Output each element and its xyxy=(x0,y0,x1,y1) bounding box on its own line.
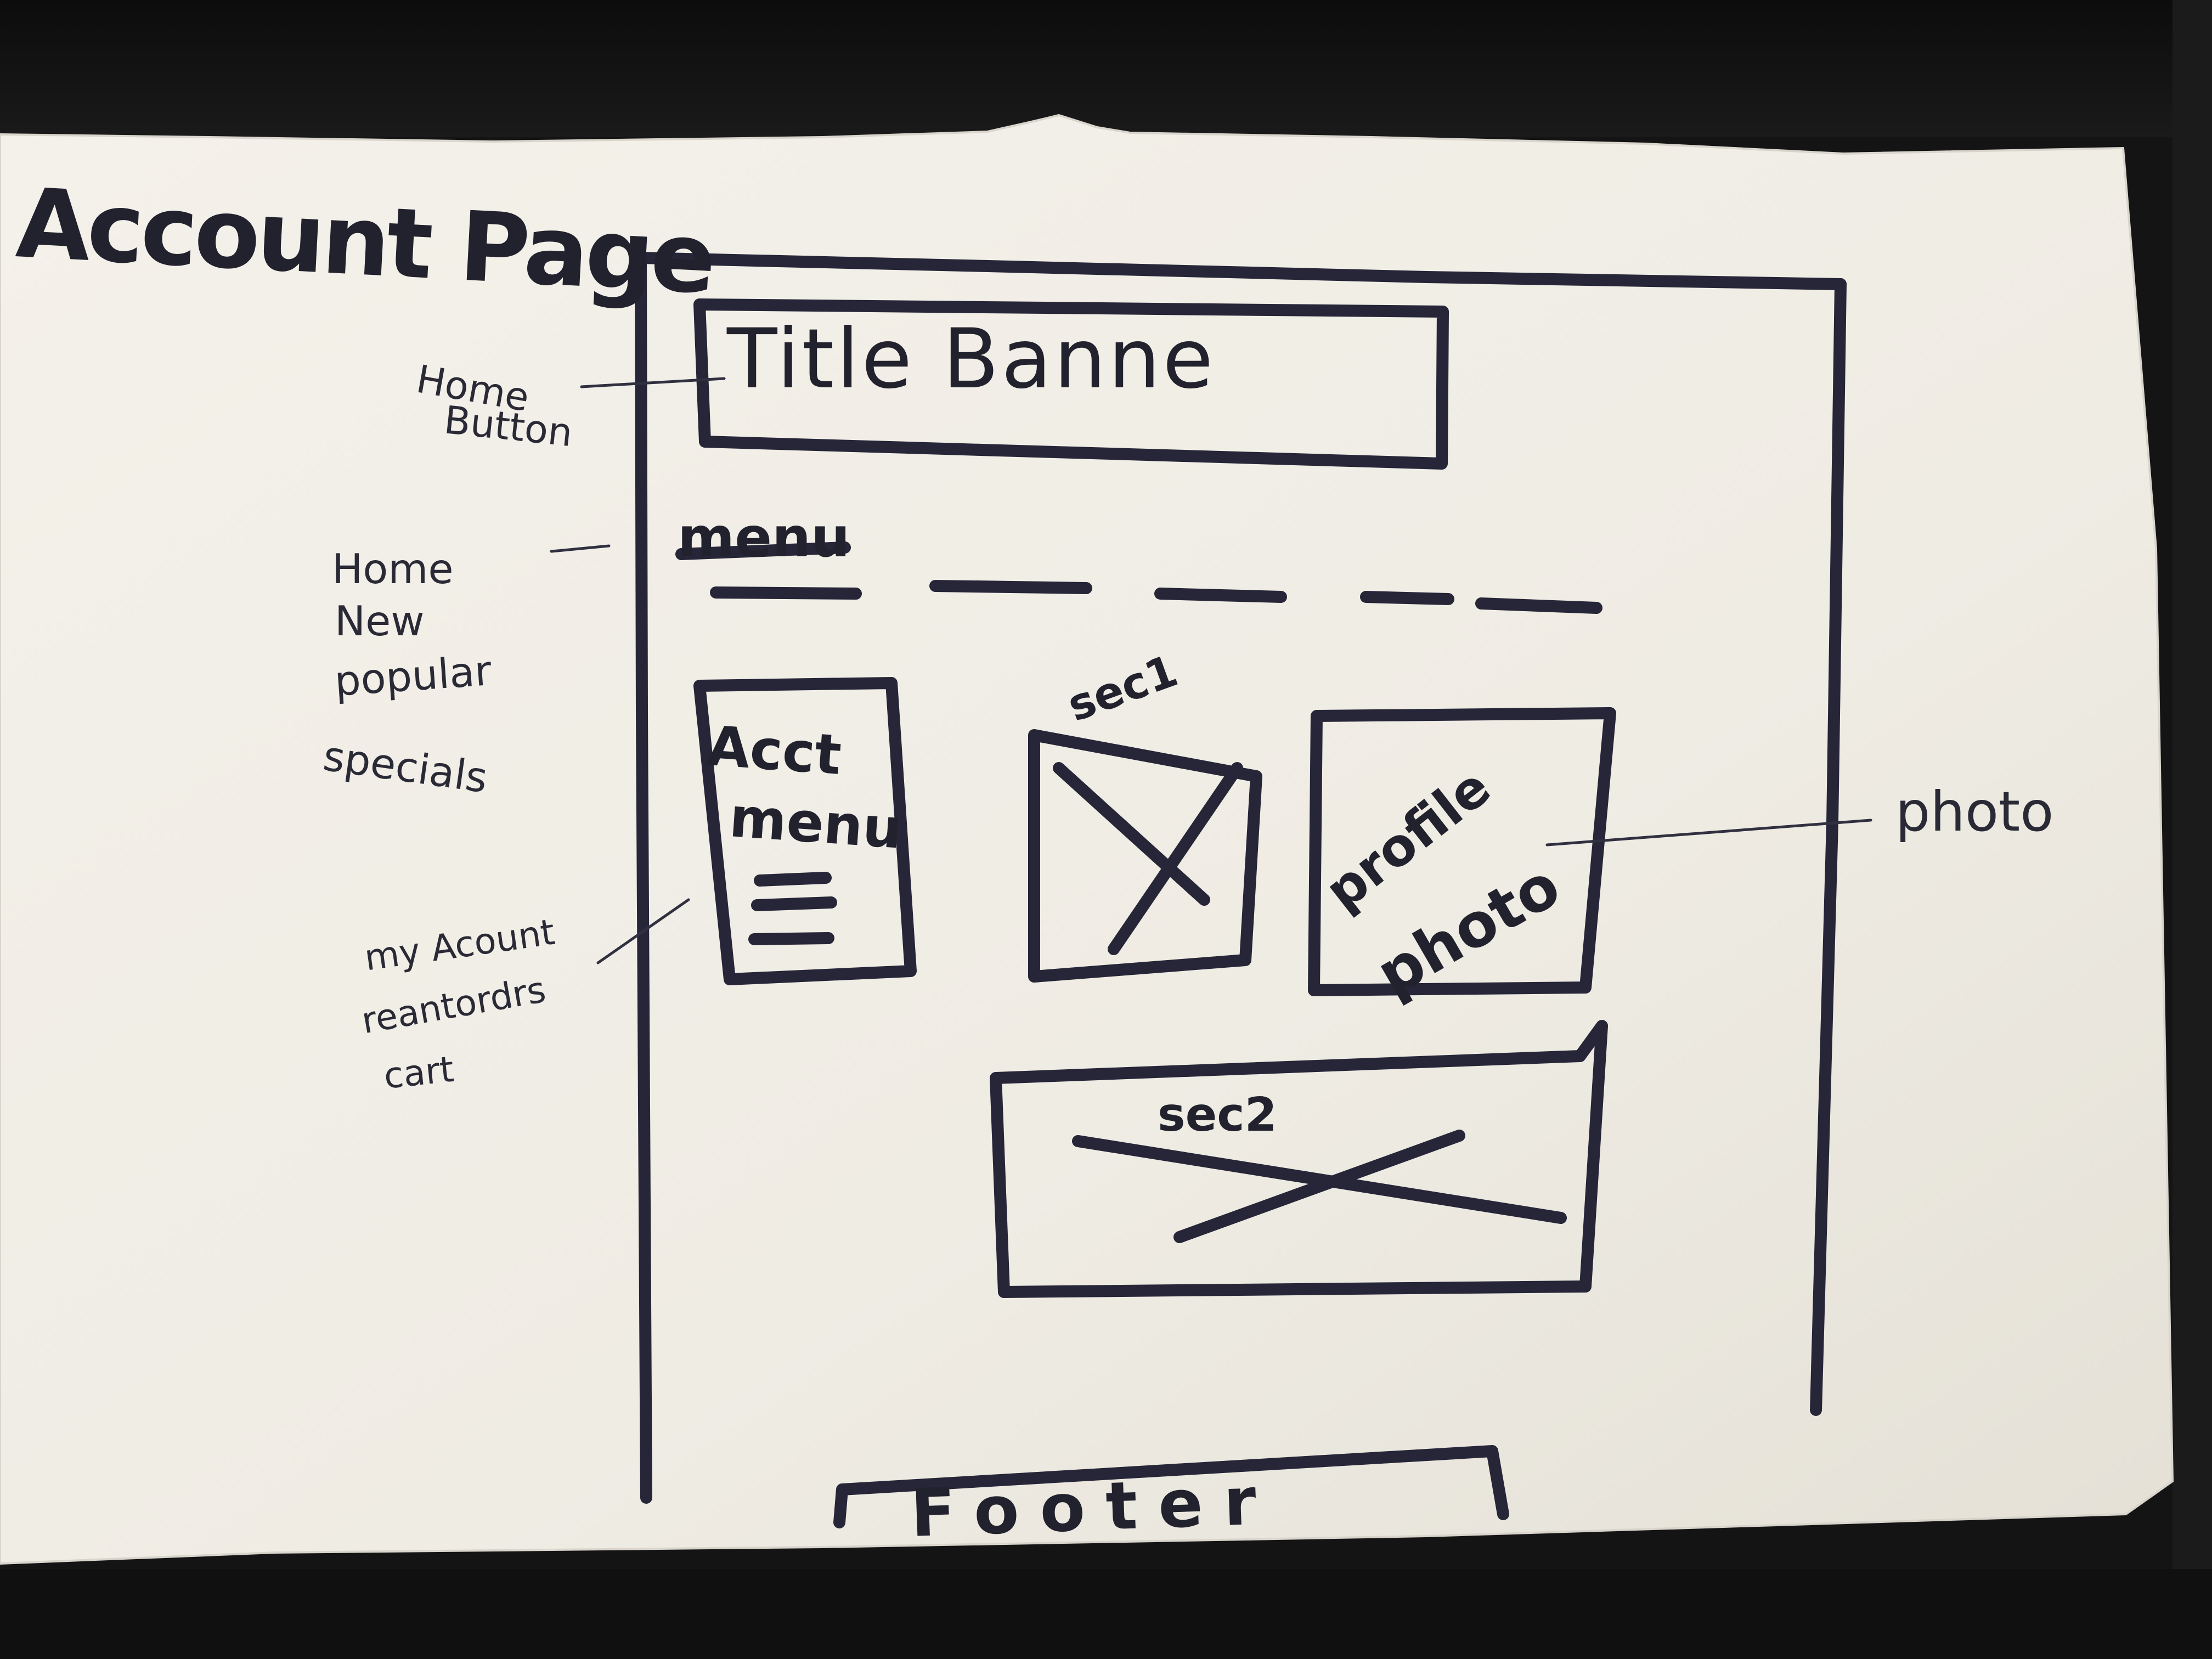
acct-menu-label-line1: Acct xyxy=(705,714,844,787)
footer-label: Footer xyxy=(909,1463,1278,1552)
note-nav-new: New xyxy=(335,597,425,645)
nav-placeholder-3 xyxy=(1154,588,1287,603)
nav-placeholder-4 xyxy=(1360,591,1454,605)
photo-scene: Account Page Title Banne menu Acct menu … xyxy=(0,0,2212,1659)
acct-menu-label-line2: menu xyxy=(727,785,904,861)
page-frame-left xyxy=(635,252,652,1504)
note-nav-home: Home xyxy=(332,545,454,593)
acct-menu-line-3 xyxy=(748,932,834,945)
section-2-label: sec2 xyxy=(1158,1088,1277,1142)
acct-menu-line-1 xyxy=(754,872,832,887)
menu-label: menu xyxy=(678,505,850,569)
title-banner-text: Title Banne xyxy=(727,312,1216,407)
note-photo: photo xyxy=(1895,780,2054,844)
acct-menu-line-2 xyxy=(751,896,837,911)
note-account-cart: cart xyxy=(382,1048,456,1097)
nav-placeholder-5 xyxy=(1475,597,1602,614)
nav-placeholder-1 xyxy=(710,586,862,600)
note-nav-popular: popular xyxy=(332,646,493,706)
nav-placeholder-2 xyxy=(929,580,1092,594)
